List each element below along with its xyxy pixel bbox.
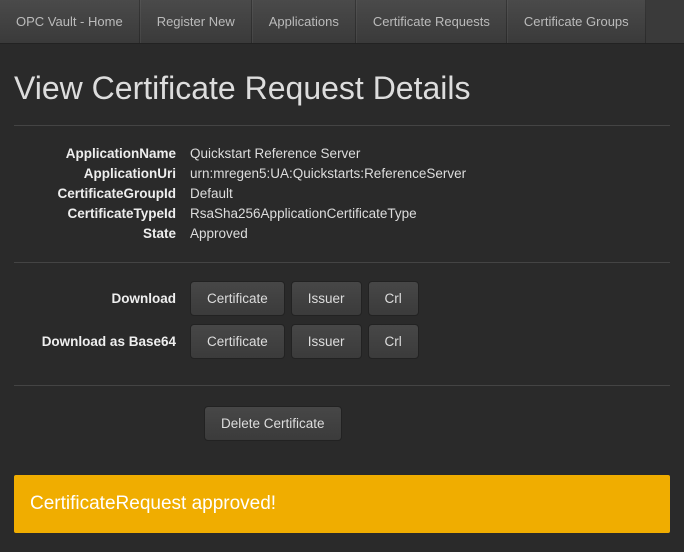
download-base64-certificate-button[interactable]: Certificate [190, 324, 285, 359]
label-app-uri: ApplicationUri [14, 164, 176, 184]
download-section: Download Certificate Issuer Crl Download… [14, 263, 670, 386]
details-values: Quickstart Reference Server urn:mregen5:… [190, 144, 670, 244]
nav-home[interactable]: OPC Vault - Home [0, 0, 140, 43]
download-row: Download Certificate Issuer Crl [14, 281, 670, 316]
download-base64-label: Download as Base64 [14, 334, 190, 349]
page-title: View Certificate Request Details [14, 60, 670, 126]
value-cert-group: Default [190, 184, 670, 204]
value-app-uri: urn:mregen5:UA:Quickstarts:ReferenceServ… [190, 164, 670, 184]
value-cert-type: RsaSha256ApplicationCertificateType [190, 204, 670, 224]
nav-register-new[interactable]: Register New [140, 0, 252, 43]
download-label: Download [14, 291, 190, 306]
download-base64-row: Download as Base64 Certificate Issuer Cr… [14, 324, 670, 359]
details-labels: ApplicationName ApplicationUri Certifica… [14, 144, 190, 244]
top-nav: OPC Vault - Home Register New Applicatio… [0, 0, 684, 44]
actions-section: Delete Certificate [14, 386, 670, 465]
nav-certificate-groups[interactable]: Certificate Groups [507, 0, 646, 43]
label-cert-group: CertificateGroupId [14, 184, 176, 204]
value-state: Approved [190, 224, 670, 244]
main-content: View Certificate Request Details Applica… [0, 44, 684, 465]
label-cert-type: CertificateTypeId [14, 204, 176, 224]
download-certificate-button[interactable]: Certificate [190, 281, 285, 316]
download-crl-button[interactable]: Crl [368, 281, 419, 316]
nav-certificate-requests[interactable]: Certificate Requests [356, 0, 507, 43]
label-app-name: ApplicationName [14, 144, 176, 164]
download-issuer-button[interactable]: Issuer [291, 281, 362, 316]
delete-certificate-button[interactable]: Delete Certificate [204, 406, 342, 441]
value-app-name: Quickstart Reference Server [190, 144, 670, 164]
download-base64-issuer-button[interactable]: Issuer [291, 324, 362, 359]
nav-applications[interactable]: Applications [252, 0, 356, 43]
label-state: State [14, 224, 176, 244]
alert-banner: CertificateRequest approved! [14, 475, 670, 533]
download-base64-crl-button[interactable]: Crl [368, 324, 419, 359]
details-section: ApplicationName ApplicationUri Certifica… [14, 126, 670, 263]
